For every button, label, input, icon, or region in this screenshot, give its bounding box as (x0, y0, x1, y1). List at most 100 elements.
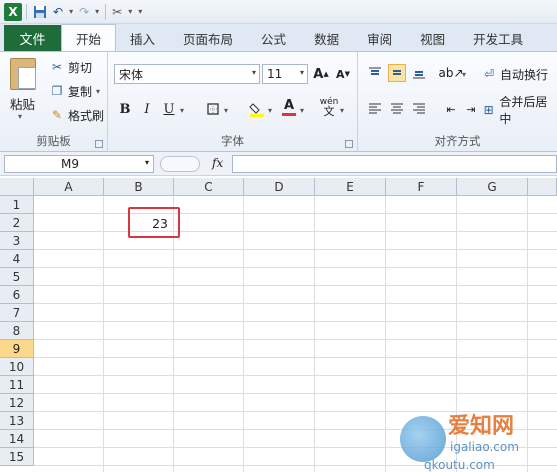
tab-file[interactable]: 文件 (4, 25, 61, 51)
column-gridline (314, 196, 315, 472)
column-gridline (243, 196, 244, 472)
tab-view[interactable]: 视图 (406, 25, 459, 51)
column-header-c[interactable]: C (174, 178, 244, 196)
row-header-5[interactable]: 5 (0, 268, 34, 286)
tab-home[interactable]: 开始 (61, 24, 117, 51)
excel-app-icon[interactable]: X (4, 2, 22, 21)
font-size-value: 11 (267, 67, 283, 81)
undo-icon[interactable]: ↶ (51, 3, 65, 21)
align-middle-button[interactable] (388, 64, 406, 82)
paste-dropdown-icon[interactable]: ▾ (18, 112, 22, 121)
tab-review[interactable]: 审阅 (353, 25, 406, 51)
column-header-a[interactable]: A (34, 178, 104, 196)
row-header-7[interactable]: 7 (0, 304, 34, 322)
copy-dropdown-icon[interactable]: ▾ (96, 87, 100, 96)
tab-data[interactable]: 数据 (300, 25, 353, 51)
row-gridline (34, 357, 557, 358)
fill-color-button[interactable] (248, 100, 266, 118)
row-header-12[interactable]: 12 (0, 394, 34, 412)
orientation-button[interactable]: ab↗ (438, 64, 463, 82)
row-gridline (34, 267, 557, 268)
align-top-button[interactable] (366, 64, 384, 82)
orientation-dropdown-icon[interactable]: ▾ (462, 70, 466, 79)
copy-button[interactable]: ❐ 复制 ▾ (50, 82, 100, 100)
dialog-launcher-icon[interactable] (95, 140, 103, 148)
bold-button[interactable]: B (116, 100, 134, 118)
select-all-corner[interactable] (0, 178, 34, 196)
row-header-11[interactable]: 11 (0, 376, 34, 394)
phonetic-dropdown-icon[interactable]: ▾ (340, 106, 344, 115)
row-header-13[interactable]: 13 (0, 412, 34, 430)
grow-font-button[interactable]: A ▲ (312, 65, 330, 83)
align-left-button[interactable] (366, 100, 384, 118)
align-right-button[interactable] (410, 100, 428, 118)
cut-label: 剪切 (68, 60, 93, 75)
shrink-font-button[interactable]: A ▼ (334, 65, 352, 83)
tab-developer[interactable]: 开发工具 (459, 25, 537, 51)
fill-color-dropdown-icon[interactable]: ▾ (268, 106, 272, 115)
column-header-f[interactable]: F (386, 178, 457, 196)
phonetic-char: 文 (323, 105, 335, 118)
row-header-3[interactable]: 3 (0, 232, 34, 250)
cut-button[interactable]: ✂ 剪切 (50, 58, 92, 76)
row-header-1[interactable]: 1 (0, 196, 34, 214)
customize-qat-icon[interactable]: ▾ (136, 3, 144, 21)
row-header-10[interactable]: 10 (0, 358, 34, 376)
align-center-button[interactable] (388, 100, 406, 118)
row-gridline (34, 249, 557, 250)
row-header-4[interactable]: 4 (0, 250, 34, 268)
tools-icon[interactable]: ✂ (110, 3, 124, 21)
insert-function-icon[interactable]: fx (212, 156, 223, 170)
row-header-2[interactable]: 2 (0, 214, 34, 232)
formula-input[interactable] (232, 155, 557, 173)
align-bottom-button[interactable] (410, 64, 428, 82)
format-painter-button[interactable]: ✎ 格式刷 (50, 106, 104, 124)
row-gridline (34, 213, 557, 214)
formula-bar-expand-handle[interactable] (160, 156, 200, 172)
font-color-dropdown-icon[interactable]: ▾ (300, 106, 304, 115)
column-gridline (103, 196, 104, 472)
font-name-select[interactable]: 宋体 ▾ (114, 64, 260, 84)
watermark-url: igaliao.com (450, 440, 519, 454)
underline-dropdown-icon[interactable]: ▾ (180, 106, 184, 115)
increase-indent-button[interactable]: ⇥ (462, 100, 480, 118)
borders-button[interactable] (204, 100, 222, 118)
italic-button[interactable]: I (138, 100, 156, 118)
row-header-15[interactable]: 15 (0, 448, 34, 466)
chevron-down-icon[interactable]: ▾ (145, 158, 149, 167)
column-header-d[interactable]: D (244, 178, 315, 196)
column-header-e[interactable]: E (315, 178, 386, 196)
redo-icon[interactable]: ↷ (77, 3, 91, 21)
borders-dropdown-icon[interactable]: ▾ (224, 106, 228, 115)
row-header-9[interactable]: 9 (0, 340, 34, 358)
underline-button[interactable]: U (160, 100, 178, 118)
paste-icon[interactable] (10, 58, 36, 90)
tab-page-layout[interactable]: 页面布局 (169, 25, 247, 51)
row-header-14[interactable]: 14 (0, 430, 34, 448)
column-header-b[interactable]: B (104, 178, 174, 196)
merge-center-button[interactable]: ⊞ 合并后居中 (482, 95, 557, 126)
undo-dropdown-icon[interactable]: ▾ (67, 3, 75, 21)
decrease-indent-button[interactable]: ⇤ (442, 100, 460, 118)
font-size-select[interactable]: 11 ▾ (262, 64, 308, 84)
align-middle-icon (393, 70, 401, 75)
wrap-text-button[interactable]: ⏎ 自动换行 (482, 65, 548, 83)
dialog-launcher-icon[interactable] (345, 140, 353, 148)
row-header-8[interactable]: 8 (0, 322, 34, 340)
column-header-g[interactable]: G (457, 178, 528, 196)
font-color-button[interactable]: A (280, 98, 298, 116)
save-icon[interactable] (31, 3, 49, 21)
row-gridline (34, 303, 557, 304)
phonetic-button[interactable]: wén 文 (320, 98, 339, 118)
copy-icon: ❐ (51, 84, 63, 98)
paste-button[interactable]: 粘贴 (10, 94, 35, 113)
name-box[interactable]: M9 ▾ (4, 155, 154, 173)
font-name-value: 宋体 (119, 67, 144, 82)
tools-dropdown-icon[interactable]: ▾ (126, 3, 134, 21)
row-header-6[interactable]: 6 (0, 286, 34, 304)
redo-dropdown-icon[interactable]: ▾ (93, 3, 101, 21)
quick-access-toolbar: X ↶ ▾ ↷ ▾ ✂ ▾ ▾ (0, 0, 557, 24)
tab-formulas[interactable]: 公式 (247, 25, 300, 51)
tab-insert[interactable]: 插入 (116, 25, 169, 51)
row-gridline (34, 393, 557, 394)
